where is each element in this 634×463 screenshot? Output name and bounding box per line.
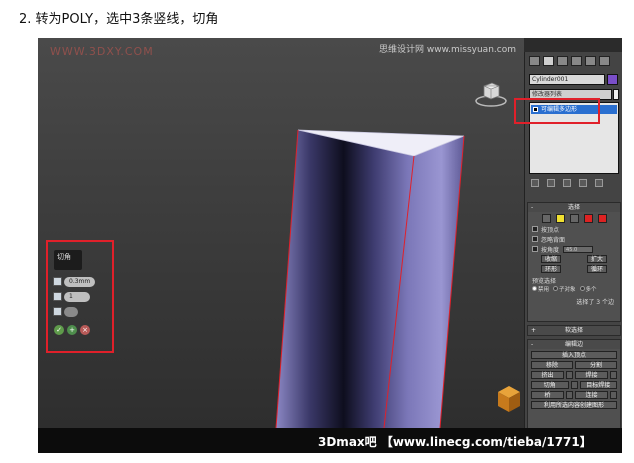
remove-button[interactable]: 移除	[531, 361, 573, 369]
border-mode-icon[interactable]	[569, 214, 579, 223]
bridge-settings-icon[interactable]	[566, 391, 573, 399]
plus-icon[interactable]: +	[67, 325, 77, 335]
preview-multi-radio[interactable]: 多个	[579, 285, 597, 293]
chamfer-settings-icon[interactable]	[570, 381, 578, 389]
ring-loop-row: 环形 循环	[528, 265, 620, 273]
chamfer-amount-field[interactable]: 0.3mm	[64, 276, 96, 287]
shrink-grow-row: 收缩 扩大	[528, 255, 620, 263]
subobject-icons	[528, 214, 620, 223]
footer-text: 3Dmax吧 【www.linecg.com/tieba/1771】	[318, 435, 592, 449]
hierarchy-tab-icon[interactable]	[557, 56, 568, 66]
angle-spinner[interactable]: 45.0	[563, 245, 594, 253]
create-tab-icon[interactable]	[529, 56, 540, 66]
split-button[interactable]: 分割	[575, 361, 617, 369]
modify-tab-icon[interactable]	[543, 56, 554, 66]
polygon-mode-icon[interactable]	[583, 214, 593, 223]
remove-modifier-icon[interactable]	[579, 179, 587, 187]
motion-tab-icon[interactable]	[571, 56, 582, 66]
by-vertex-checkbox[interactable]: 按顶点	[532, 225, 620, 234]
ignore-backfacing-checkbox[interactable]: 忽略背面	[532, 235, 620, 244]
selection-status: 选择了 3 个边	[576, 299, 614, 306]
create-shape-button[interactable]: 利用所选内容创建图形	[531, 401, 617, 409]
weld-settings-icon[interactable]	[610, 371, 617, 379]
soft-selection-label: 软选择	[564, 327, 583, 334]
preview-options: 禁用 子对象 多个	[532, 285, 620, 293]
by-angle-checkbox[interactable]: 按角度 45.0	[532, 245, 620, 254]
selection-rollout-header[interactable]: - 选择	[528, 203, 620, 212]
edit-edges-rollout: - 编辑边 插入顶点 移除 分割 挤出 焊接 切角 目标焊接 桥 连接 利用所选…	[527, 339, 621, 429]
connect-button[interactable]: 连接	[575, 391, 608, 399]
panel-tabs	[529, 56, 610, 66]
shrink-button[interactable]: 收缩	[540, 255, 561, 263]
preview-selection-label: 预览选择	[532, 277, 557, 285]
edge-mode-icon[interactable]	[555, 214, 565, 223]
extrude-settings-icon[interactable]	[566, 371, 573, 379]
logo-cube-icon	[498, 386, 520, 412]
chamfer-open-row[interactable]	[53, 306, 78, 317]
chamfer-caddy: 切角 0.3mm 1 ✓ + ×	[46, 240, 114, 353]
selection-rollout: -选择 按顶点 忽略背面 按角度45.0 收缩 扩大 环形 循环 预览选择	[527, 202, 621, 322]
caddy-title-box: 切角	[54, 250, 82, 270]
stack-highlight-box	[514, 98, 600, 124]
connect-settings-icon[interactable]	[610, 391, 617, 399]
pin-stack-icon[interactable]	[531, 179, 539, 187]
element-mode-icon[interactable]	[597, 214, 607, 223]
insert-vertex-button[interactable]: 插入顶点	[531, 351, 617, 359]
preview-subobject-radio[interactable]: 子对象	[553, 285, 576, 293]
perspective-viewport[interactable]: WWW.3DXY.COM 思维设计网 www.missyuan.com 切角 0…	[38, 38, 524, 428]
ring-button[interactable]: 环形	[540, 265, 561, 273]
grow-button[interactable]: 扩大	[586, 255, 607, 263]
chamfer-segments-row[interactable]: 1	[53, 291, 90, 302]
soft-selection-rollout[interactable]: + 软选择	[527, 325, 621, 336]
max-screenshot: WWW.3DXY.COM 思维设计网 www.missyuan.com 切角 0…	[38, 38, 622, 453]
weld-button[interactable]: 焊接	[575, 371, 608, 379]
chamfer-open-toggle[interactable]	[64, 306, 78, 317]
utilities-tab-icon[interactable]	[599, 56, 610, 66]
step-heading: 2. 转为POLY，选中3条竖线，切角	[19, 12, 219, 27]
object-name-field[interactable]: Cylinder001	[529, 74, 605, 85]
chamfer-button[interactable]: 切角	[531, 381, 569, 389]
chamfer-segments-icon	[53, 292, 62, 301]
chamfer-amount-row[interactable]: 0.3mm	[53, 276, 96, 287]
target-weld-button[interactable]: 目标焊接	[579, 381, 617, 389]
footer-bar: 3Dmax吧 【www.linecg.com/tieba/1771】	[38, 428, 622, 453]
display-tab-icon[interactable]	[585, 56, 596, 66]
loop-button[interactable]: 循环	[586, 265, 607, 273]
chamfer-amount-icon	[53, 277, 62, 286]
vertex-mode-icon[interactable]	[541, 214, 551, 223]
caddy-title: 切角	[57, 253, 71, 261]
configure-sets-icon[interactable]	[595, 179, 603, 187]
check-icon[interactable]: ✓	[54, 325, 64, 335]
extrude-button[interactable]: 挤出	[531, 371, 564, 379]
preview-off-radio[interactable]: 禁用	[532, 285, 549, 293]
chevron-down-icon[interactable]	[613, 89, 619, 100]
cylinder-mesh[interactable]	[38, 38, 524, 428]
chamfer-segments-field[interactable]: 1	[64, 291, 90, 302]
object-color-swatch[interactable]	[607, 74, 618, 85]
show-end-result-icon[interactable]	[547, 179, 555, 187]
caddy-actions: ✓ + ×	[54, 325, 90, 335]
chamfer-open-icon	[53, 307, 62, 316]
make-unique-icon[interactable]	[563, 179, 571, 187]
edit-edges-header[interactable]: - 编辑边	[528, 340, 620, 349]
bridge-button[interactable]: 桥	[531, 391, 564, 399]
x-icon[interactable]: ×	[80, 325, 90, 335]
stack-tools	[531, 179, 603, 187]
